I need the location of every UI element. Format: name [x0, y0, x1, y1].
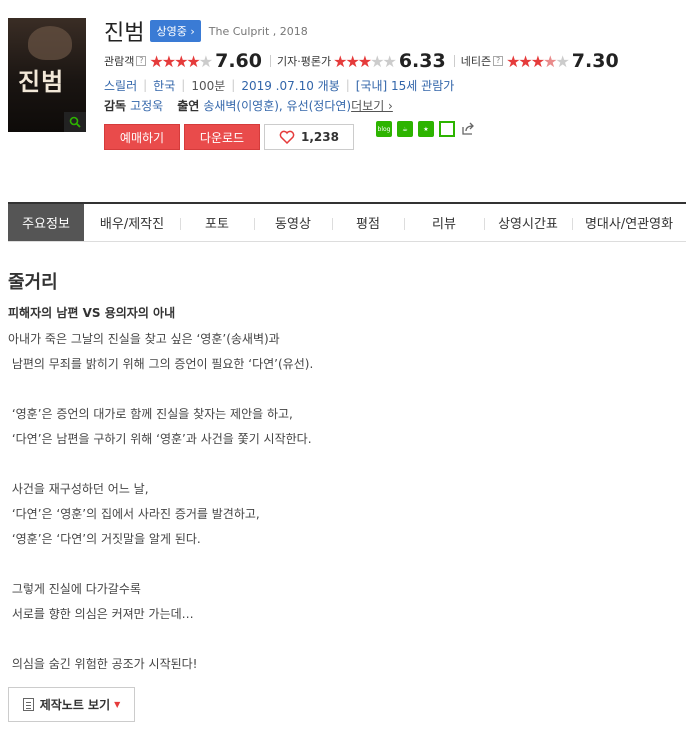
- blog-share-icon[interactable]: blog: [376, 121, 392, 137]
- movie-subtitle: The Culprit , 2018: [208, 24, 308, 38]
- tab-showtimes[interactable]: 상영시간표: [484, 204, 572, 241]
- star-rating-icon: ★★★★★: [333, 51, 397, 71]
- movie-title: 진범: [104, 21, 145, 46]
- star-rating-icon: ★★★★★: [149, 51, 213, 71]
- tab-ratings[interactable]: 평점: [332, 204, 404, 241]
- heart-icon: [279, 130, 295, 144]
- synopsis-section: 줄거리 피해자의 남편 VS 용의자의 아내 아내가 죽은 그날의 진실을 찾고…: [8, 268, 678, 677]
- synopsis-headline: 피해자의 남편 VS 용의자의 아내: [8, 306, 176, 320]
- country-link[interactable]: 한국: [153, 77, 175, 94]
- magnify-icon[interactable]: [64, 112, 86, 132]
- release-date-link[interactable]: 2019 .07.10 개봉: [241, 77, 339, 94]
- poster-figure: [28, 26, 72, 60]
- poster-title: 진범: [18, 68, 65, 96]
- cast-link[interactable]: 송새벽(이영훈), 유선(정다연): [203, 97, 351, 114]
- tab-main-info[interactable]: 주요정보: [8, 204, 84, 241]
- rating-critics: 기자·평론가 ★★★★★ 6.33: [277, 50, 446, 72]
- tab-label: 배우/제작진: [99, 217, 165, 232]
- help-icon[interactable]: ?: [493, 56, 504, 66]
- age-rating-link[interactable]: [국내] 15세 관람가: [356, 77, 455, 94]
- rating-netizen: 네티즌 ? ★★★★★ 7.30: [461, 50, 619, 72]
- keep-share-icon[interactable]: [439, 121, 455, 137]
- tab-label: 명대사/연관영화: [584, 217, 674, 232]
- main-tabs: 주요정보 배우/제작진 포토 동영상 평점 리뷰 상영시간표 명대사/연관영화: [8, 202, 686, 242]
- caret-down-icon: ▼: [114, 700, 121, 709]
- download-button[interactable]: 다운로드: [184, 124, 260, 150]
- tab-quotes-related[interactable]: 명대사/연관영화: [572, 204, 686, 241]
- synopsis-title: 줄거리: [8, 272, 58, 293]
- rating-score: 7.60: [215, 50, 262, 72]
- credits-row: 감독 고정욱 출연 송새벽(이영훈), 유선(정다연) 더보기 ›: [104, 96, 686, 114]
- movie-poster[interactable]: 진범: [8, 18, 86, 132]
- director-label: 감독: [104, 98, 127, 113]
- runtime: 100분: [191, 78, 226, 93]
- rating-label: 기자·평론가: [276, 55, 332, 68]
- tab-video[interactable]: 동영상: [254, 204, 332, 241]
- tab-label: 포토: [205, 217, 229, 232]
- cast-label: 출연: [177, 98, 200, 113]
- star-rating-icon: ★★★★★: [506, 51, 570, 71]
- cafe-share-icon[interactable]: ☕: [397, 121, 413, 137]
- rating-label: 관람객: [104, 55, 135, 68]
- reserve-button[interactable]: 예매하기: [104, 124, 180, 150]
- tab-label: 상영시간표: [498, 217, 558, 232]
- director-link[interactable]: 고정욱: [130, 97, 163, 114]
- document-icon: [22, 698, 34, 711]
- tab-reviews[interactable]: 리뷰: [404, 204, 484, 241]
- tab-label: 평점: [356, 217, 380, 232]
- star-share-icon[interactable]: ★: [418, 121, 434, 137]
- movie-info: 진범 상영중 › The Culprit , 2018 관람객 ? ★★★★★ …: [104, 16, 686, 150]
- rating-label: 네티즌: [460, 55, 492, 68]
- tab-cast-crew[interactable]: 배우/제작진: [84, 204, 180, 241]
- production-note-label: 제작노트 보기: [39, 698, 111, 712]
- like-count: 1,238: [301, 130, 339, 144]
- rating-audience: 관람객 ? ★★★★★ 7.60: [104, 50, 262, 72]
- tab-label: 리뷰: [432, 217, 456, 232]
- genre-link[interactable]: 스릴러: [104, 77, 137, 94]
- more-cast-link[interactable]: 더보기 ›: [351, 97, 393, 114]
- share-icon[interactable]: [460, 121, 476, 137]
- tab-photo[interactable]: 포토: [180, 204, 254, 241]
- status-badge[interactable]: 상영중 ›: [150, 20, 201, 42]
- share-icons: blog ☕ ★: [376, 121, 481, 137]
- rating-score: 6.33: [398, 50, 446, 72]
- production-note-button[interactable]: 제작노트 보기 ▼: [8, 687, 135, 722]
- synopsis-body: 아내가 죽은 그날의 진실을 찾고 싶은 ‘영훈’(송새벽)과 남편의 무죄를 …: [8, 332, 314, 671]
- tab-label: 동영상: [275, 217, 311, 232]
- action-row: 예매하기 다운로드 1,238 blog ☕ ★: [104, 121, 686, 150]
- movie-meta: 스릴러 | 한국 | 100분 | 2019 .07.10 개봉 | [국내] …: [104, 77, 455, 94]
- like-button[interactable]: 1,238: [264, 124, 354, 150]
- ratings-row: 관람객 ? ★★★★★ 7.60 기자·평론가 ★★★★★ 6.33 네티즌 ?…: [104, 50, 686, 72]
- rating-score: 7.30: [571, 50, 619, 72]
- help-icon[interactable]: ?: [136, 56, 147, 66]
